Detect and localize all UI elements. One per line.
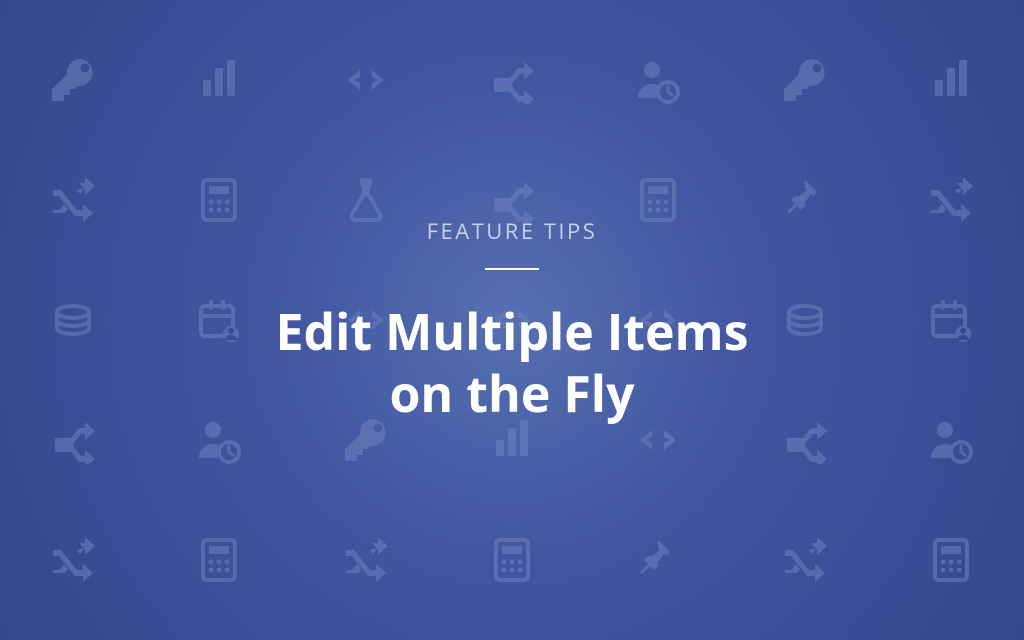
divider — [485, 268, 539, 270]
headline-line-2: on the Fly — [389, 359, 634, 427]
headline: Edit Multiple Items on the Fly — [276, 300, 749, 425]
hero: FEATURE TIPS Edit Multiple Items on the … — [0, 0, 1024, 640]
eyebrow-label: FEATURE TIPS — [427, 216, 598, 246]
headline-line-1: Edit Multiple Items — [276, 297, 749, 365]
